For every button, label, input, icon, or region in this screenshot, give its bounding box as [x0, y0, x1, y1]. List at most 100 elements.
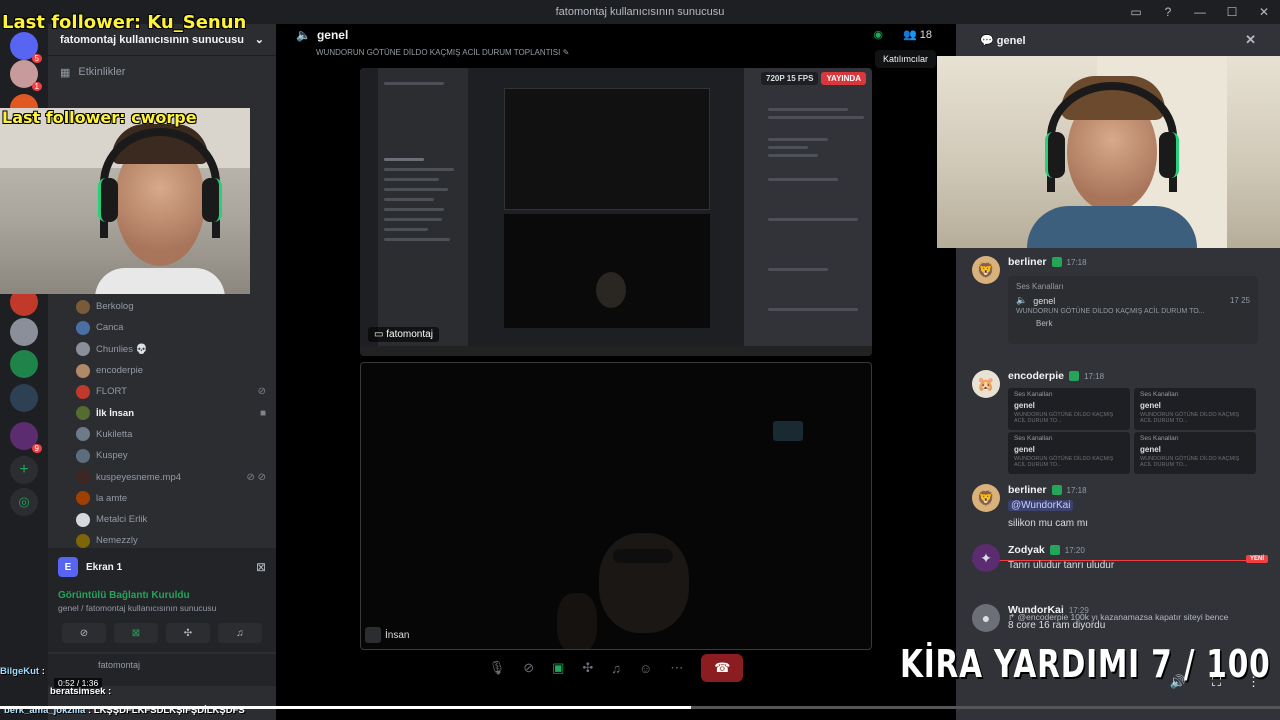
screen-share-tile[interactable]: 720P 15 FPS YAYINDA ▭ fatomontaj: [360, 68, 872, 356]
speaker-icon: 🔈: [296, 28, 311, 42]
nested-chat: [744, 68, 872, 356]
voice-member[interactable]: Kuspey: [48, 445, 276, 466]
server-icon-1[interactable]: 1: [10, 60, 42, 91]
avatar[interactable]: 🦁: [972, 256, 1000, 284]
ticker-separator: :: [41, 666, 45, 677]
ticker-separator: :: [108, 686, 112, 697]
screen-share-toggle-icon[interactable]: ▣: [552, 660, 564, 676]
voice-member[interactable]: İlk İnsan ■: [48, 402, 276, 423]
avatar[interactable]: 🦁: [972, 484, 1000, 512]
voice-channel-embed-mini[interactable]: Ses Kanalları genel WUNDORUN GÖTÜNE DİLD…: [1008, 388, 1130, 430]
avatar: [76, 448, 90, 463]
message-author[interactable]: berliner: [1008, 256, 1047, 268]
embed-title: Ses Kanalları: [1140, 391, 1179, 398]
message-author[interactable]: encoderpie: [1008, 370, 1064, 382]
embed-title: Ses Kanalları: [1140, 435, 1179, 442]
inbox-icon[interactable]: ▭: [1120, 0, 1152, 24]
member-name: Chunlies 💀: [96, 343, 148, 355]
voice-member[interactable]: Berkolog: [48, 296, 276, 317]
discover-icon[interactable]: ◎: [10, 488, 38, 516]
screen-share-button[interactable]: ⊠: [114, 623, 158, 643]
voice-channel-embed[interactable]: Ses Kanalları 🔈 genel 17 25 WUNDORUN GÖT…: [1008, 276, 1258, 344]
embed-topic: WUNDORUN GÖTÜNE DİLDO KAÇMIŞ ACİL DURUM …: [1014, 412, 1114, 424]
disconnect-button[interactable]: ☎: [701, 654, 744, 682]
more-icon[interactable]: ⋯: [670, 660, 683, 676]
avatar[interactable]: ●: [972, 604, 1000, 632]
message-text: Tanrı uludur tanrı uludur: [1008, 560, 1115, 571]
server-icon-7[interactable]: 9: [10, 422, 42, 453]
server-icon-4[interactable]: [10, 318, 38, 346]
settings-icon[interactable]: ⋮: [1247, 674, 1260, 690]
voice-member[interactable]: kuspeyesneme.mp4 ⊘ ⊘: [48, 466, 276, 487]
maximize-button[interactable]: ☐: [1216, 0, 1248, 24]
user-mention[interactable]: @WundorKai: [1008, 500, 1074, 511]
voice-channel-embed-mini[interactable]: Ses Kanalları genel WUNDORUN GÖTÜNE DİLD…: [1008, 432, 1130, 474]
connection-status[interactable]: Görüntülü Bağlantı Kuruldu: [58, 590, 266, 601]
emoji-icon[interactable]: ☺: [639, 661, 652, 676]
video-progress-bar[interactable]: [0, 706, 1280, 709]
fullscreen-icon[interactable]: ⛶: [1212, 674, 1221, 690]
help-icon[interactable]: ?: [1152, 0, 1184, 24]
soundboard-icon[interactable]: ♫: [611, 661, 621, 676]
embed-channel: genel: [1033, 295, 1056, 306]
activity-icon[interactable]: ◉: [873, 28, 883, 41]
verified-icon: [1051, 485, 1062, 495]
nested-screen-share: [504, 88, 710, 210]
message-time: 17:18: [1066, 257, 1087, 267]
member-name: İlk İnsan: [96, 407, 135, 419]
edit-icon[interactable]: ✎: [563, 48, 570, 57]
voice-stage: 🔈 genel WUNDORUN GÖTÜNE DİLDO KAÇMIŞ ACİ…: [276, 24, 956, 720]
voice-member[interactable]: Chunlies 💀: [48, 339, 276, 360]
message-author[interactable]: WundorKai: [1008, 604, 1064, 616]
server-name: fatomontaj kullanıcısının sunucusu: [60, 33, 244, 46]
voice-member[interactable]: Metalci Erlik: [48, 509, 276, 530]
server-icon-6[interactable]: [10, 384, 38, 412]
voice-member[interactable]: la amte: [48, 488, 276, 509]
voice-channel-embed-mini[interactable]: Ses Kanalları genel WUNDORUN GÖTÜNE DİLD…: [1134, 388, 1256, 430]
member-name: la amte: [96, 492, 128, 504]
camera-toggle-button[interactable]: ⊘: [62, 623, 106, 643]
avatar: [76, 406, 90, 421]
chat-message: 🦁 berliner 17:18 Ses Kanalları 🔈 genel 1…: [968, 256, 1268, 356]
activities-icon[interactable]: ✣: [582, 660, 593, 676]
embed-topic: WUNDORUN GÖTÜNE DİLDO KAÇMIŞ ACİL DURUM …: [1016, 308, 1205, 315]
voice-member[interactable]: Kukiletta: [48, 424, 276, 445]
muted-icon: ⊘: [257, 386, 266, 398]
message-time: 17:18: [1066, 485, 1087, 495]
voice-member[interactable]: encoderpie: [48, 360, 276, 381]
close-button[interactable]: ✕: [1248, 0, 1280, 24]
close-icon[interactable]: ✕: [1245, 32, 1256, 48]
webcam-user-name: İnsan: [385, 629, 410, 641]
member-name: Kukiletta: [96, 428, 133, 440]
volume-icon[interactable]: 🔊: [1170, 674, 1186, 690]
activities-button[interactable]: ✣: [166, 623, 210, 643]
ticker-user: beratsimsek: [50, 686, 106, 697]
voice-member[interactable]: FLORT ⊘: [48, 381, 276, 402]
chat-bubble-icon: 💬: [980, 34, 997, 47]
close-preview-icon[interactable]: ⊠: [256, 560, 266, 574]
microphone-icon[interactable]: 🎙: [489, 660, 506, 676]
embed-topic: WUNDORUN GÖTÜNE DİLDO KAÇMIŞ ACİL DURUM …: [1014, 456, 1114, 468]
chat-ticker-line: BilgeKut :: [0, 666, 45, 677]
participants-button[interactable]: 👥 18: [903, 28, 932, 41]
events-item[interactable]: ▦ Etkinlikler: [48, 56, 276, 88]
message-author[interactable]: berliner: [1008, 484, 1047, 496]
soundboard-button[interactable]: ♫: [218, 623, 262, 643]
avatar[interactable]: ✦: [972, 544, 1000, 572]
current-user-name[interactable]: fatomontaj: [98, 660, 140, 670]
avatar[interactable]: 🐹: [972, 370, 1000, 398]
minimize-button[interactable]: —: [1184, 0, 1216, 24]
server-icon-home[interactable]: 5: [10, 32, 42, 63]
window-controls: ▭ ? — ☐ ✕: [1120, 0, 1280, 24]
message-author[interactable]: Zodyak: [1008, 544, 1045, 556]
voice-connection-panel: E Ekran 1 ⊠ Görüntülü Bağlantı Kuruldu g…: [48, 548, 276, 652]
webcam-tile[interactable]: İnsan: [360, 362, 872, 650]
chat-channel-name: genel: [996, 34, 1026, 47]
voice-channel-embed-mini[interactable]: Ses Kanalları genel WUNDORUN GÖTÜNE DİLD…: [1134, 432, 1256, 474]
add-server-icon[interactable]: +: [10, 456, 38, 484]
member-name: FLORT: [96, 386, 127, 398]
voice-member[interactable]: Canca: [48, 317, 276, 338]
camera-off-icon[interactable]: ⊘: [523, 660, 534, 676]
server-icon-5[interactable]: [10, 350, 38, 378]
embed-channel: genel: [1140, 401, 1161, 410]
